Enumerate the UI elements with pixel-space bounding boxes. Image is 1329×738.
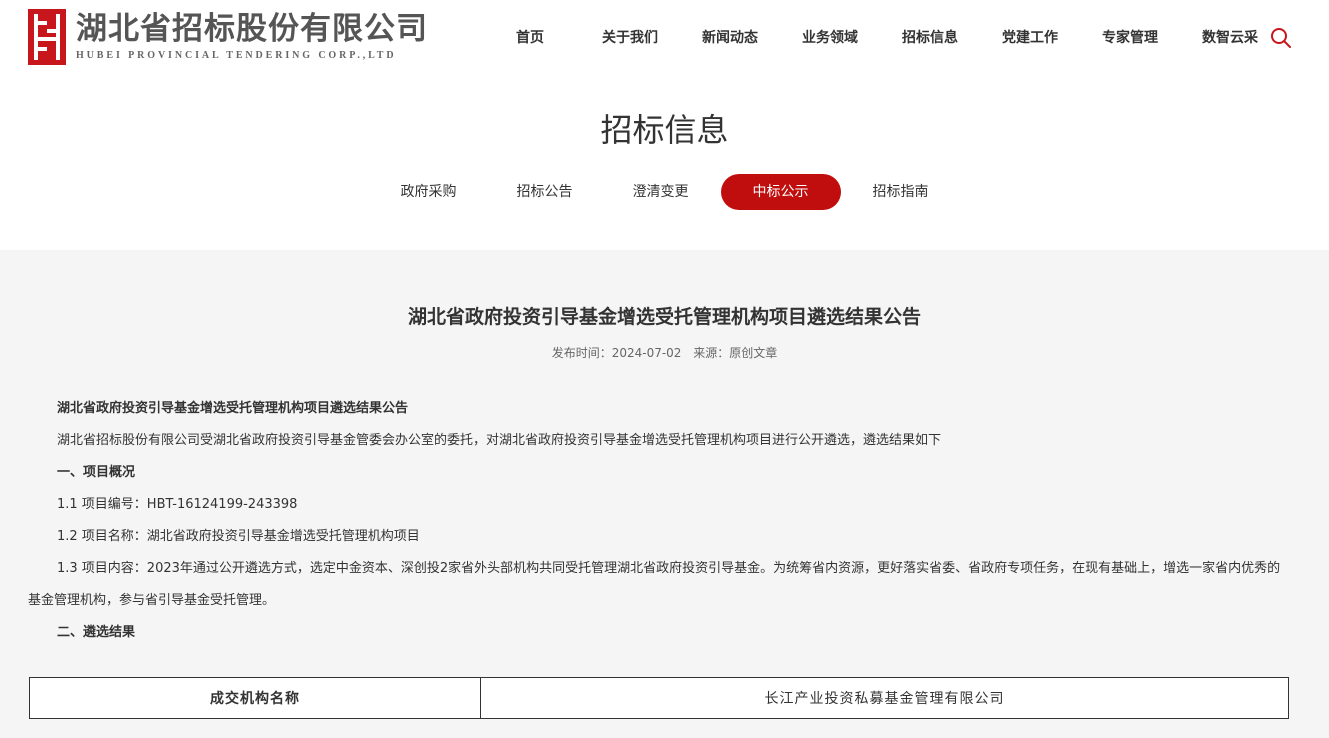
publish-date: 发布时间：2024-07-02 (551, 346, 682, 360)
article-source: 来源：原创文章 (693, 346, 778, 360)
article-paragraph: 湖北省招标股份有限公司受湖北省政府投资引导基金管委会办公室的委托，对湖北省政府投… (57, 433, 942, 448)
nav-cloud-procurement[interactable]: 数智云采 (1180, 28, 1280, 48)
logo-cn-name: 湖北省招标股份有限公司 (76, 11, 428, 47)
main-nav: 首页 关于我们 新闻动态 业务领域 招标信息 党建工作 专家管理 数智云采 (480, 28, 1280, 48)
nav-about[interactable]: 关于我们 (580, 28, 680, 48)
nav-home[interactable]: 首页 (480, 28, 580, 48)
article-heading: 湖北省政府投资引导基金增选受托管理机构项目遴选结果公告 (57, 401, 409, 416)
site-logo[interactable]: 湖北省招标股份有限公司 HUBEI PROVINCIAL TENDERING C… (28, 9, 428, 65)
section-tabs: 政府采购 招标公告 澄清变更 中标公示 招标指南 (0, 174, 1329, 210)
project-content: 1.3 项目内容：2023年通过公开遴选方式，选定中金资本、深创投2家省外头部机… (28, 561, 1281, 608)
nav-news[interactable]: 新闻动态 (680, 28, 780, 48)
logo-en-name: HUBEI PROVINCIAL TENDERING CORP.,LTD (76, 50, 397, 61)
table-row: 成交机构名称 长江产业投资私募基金管理有限公司 (29, 677, 1289, 719)
tab-tender-notice[interactable]: 招标公告 (489, 174, 601, 210)
project-name: 1.2 项目名称：湖北省政府投资引导基金增选受托管理机构项目 (57, 529, 420, 544)
project-number: 1.1 项目编号：HBT-16124199-243398 (57, 497, 298, 512)
logo-text: 湖北省招标股份有限公司 HUBEI PROVINCIAL TENDERING C… (76, 9, 428, 62)
result-table: 成交机构名称 长江产业投资私募基金管理有限公司 (29, 677, 1289, 719)
section-title: 招标信息 (600, 111, 729, 149)
tab-tender-guide[interactable]: 招标指南 (845, 174, 957, 210)
nav-business[interactable]: 业务领域 (780, 28, 880, 48)
nav-experts[interactable]: 专家管理 (1080, 28, 1180, 48)
article-body: 湖北省政府投资引导基金增选受托管理机构项目遴选结果公告 湖北省招标股份有限公司受… (28, 393, 1290, 649)
logo-mark-icon (28, 9, 66, 65)
article-meta: 发布时间：2024-07-02 来源：原创文章 (0, 344, 1329, 362)
site-header: 湖北省招标股份有限公司 HUBEI PROVINCIAL TENDERING C… (0, 0, 1329, 76)
tab-clarification[interactable]: 澄清变更 (605, 174, 717, 210)
table-value-cell: 长江产业投资私募基金管理有限公司 (480, 677, 1289, 719)
section-heading-result: 二、遴选结果 (57, 625, 136, 640)
section-heading-overview: 一、项目概况 (57, 465, 136, 480)
nav-party[interactable]: 党建工作 (980, 28, 1080, 48)
article-container: 湖北省政府投资引导基金增选受托管理机构项目遴选结果公告 发布时间：2024-07… (0, 250, 1329, 738)
search-icon[interactable] (1270, 27, 1292, 49)
tab-award-notice[interactable]: 中标公示 (720, 174, 841, 210)
table-label-cell: 成交机构名称 (29, 677, 481, 719)
nav-tender-info[interactable]: 招标信息 (880, 28, 980, 48)
tab-government-procurement[interactable]: 政府采购 (373, 174, 485, 210)
article-title: 湖北省政府投资引导基金增选受托管理机构项目遴选结果公告 (407, 306, 921, 328)
